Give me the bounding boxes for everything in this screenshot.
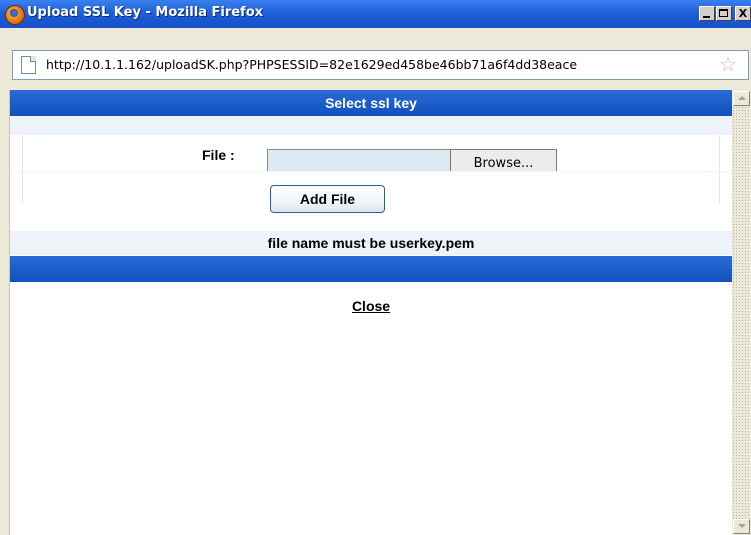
- scroll-down-button[interactable]: [733, 519, 750, 534]
- url-text[interactable]: http://10.1.1.162/uploadSK.php?PHPSESSID…: [46, 57, 577, 72]
- filename-note: file name must be userkey.pem: [10, 231, 732, 255]
- window-left-border: [0, 90, 10, 535]
- minimize-icon: [703, 16, 710, 18]
- file-row: File : Browse...: [10, 134, 732, 178]
- close-link-text[interactable]: Close: [352, 298, 390, 314]
- spacer-row: [10, 116, 732, 134]
- page-icon: [21, 56, 36, 74]
- divider: [719, 135, 720, 172]
- address-bar: http://10.1.1.162/uploadSK.php?PHPSESSID…: [0, 28, 751, 90]
- close-icon: X: [738, 7, 748, 20]
- window-title: Upload SSL Key - Mozilla Firefox: [27, 5, 264, 20]
- add-file-row: Add File: [10, 171, 732, 213]
- scroll-track[interactable]: [732, 106, 751, 520]
- maximize-button[interactable]: [716, 6, 732, 21]
- section-footer: [10, 256, 732, 282]
- file-label: File :: [202, 147, 235, 163]
- close-window-button[interactable]: X: [735, 6, 751, 21]
- divider: [719, 172, 720, 204]
- scroll-up-button[interactable]: [733, 91, 750, 106]
- star-icon[interactable]: ☆: [719, 53, 737, 75]
- page-content: Select ssl key File : Browse... Add File…: [10, 90, 732, 535]
- divider: [22, 135, 23, 172]
- vertical-scrollbar[interactable]: [732, 90, 751, 535]
- section-header: Select ssl key: [10, 90, 732, 116]
- close-link: Close: [10, 298, 732, 314]
- firefox-icon: [5, 5, 25, 25]
- add-file-button[interactable]: Add File: [270, 185, 385, 213]
- minimize-button[interactable]: [699, 6, 715, 21]
- maximize-icon: [719, 9, 728, 17]
- window-titlebar[interactable]: Upload SSL Key - Mozilla Firefox X: [0, 0, 751, 28]
- divider: [22, 172, 23, 204]
- url-field[interactable]: http://10.1.1.162/uploadSK.php?PHPSESSID…: [12, 50, 749, 80]
- arrow-down-icon: [738, 524, 746, 528]
- arrow-up-icon: [738, 96, 746, 100]
